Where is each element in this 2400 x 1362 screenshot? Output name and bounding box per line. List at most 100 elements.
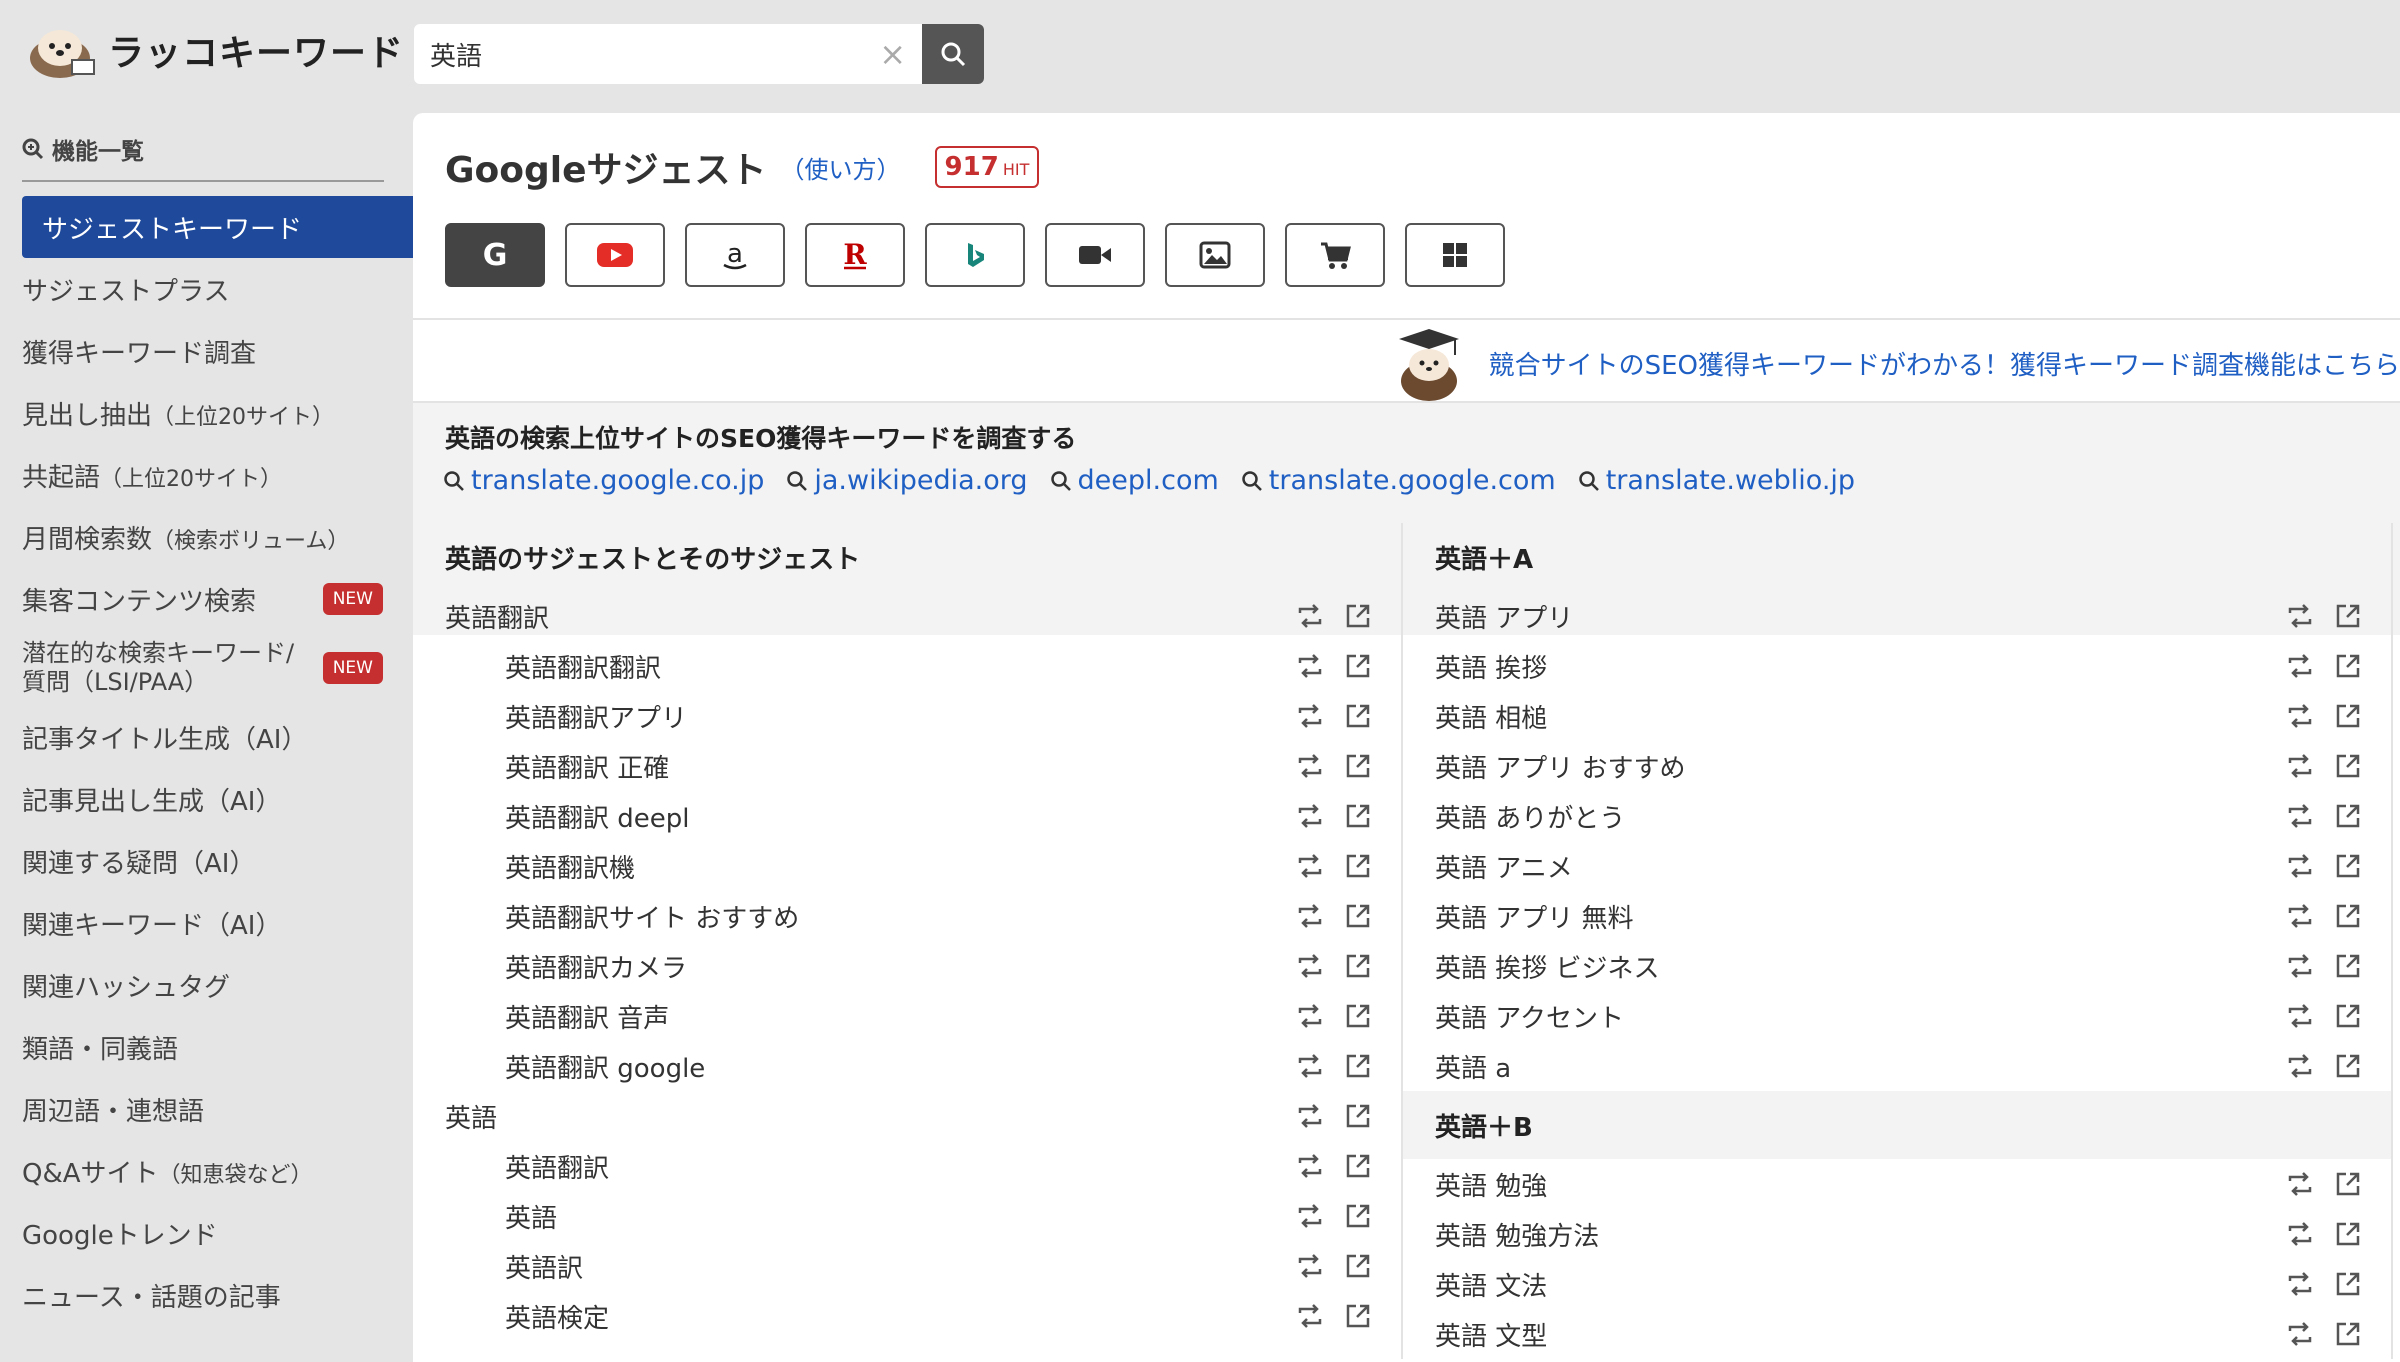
sidebar-item-associations[interactable]: 周辺語・連想語 <box>0 1078 413 1140</box>
resuggest-icon[interactable] <box>2285 751 2315 781</box>
resuggest-icon[interactable] <box>2285 601 2315 631</box>
keyword-row[interactable]: 英語 相槌 <box>1403 691 2391 741</box>
tab-youtube[interactable] <box>565 223 665 287</box>
resuggest-icon[interactable] <box>2285 901 2315 931</box>
keyword-text[interactable]: 英語翻訳 <box>445 598 549 635</box>
keyword-row[interactable]: 英語 アクセント <box>1403 991 2391 1041</box>
keyword-row[interactable]: 英語 アプリ <box>1403 591 2391 641</box>
external-link-icon[interactable] <box>1343 1201 1373 1231</box>
external-link-icon[interactable] <box>1343 1001 1373 1031</box>
resuggest-icon[interactable] <box>1295 1251 1325 1281</box>
keyword-row[interactable]: 英語翻訳 google <box>413 1041 1401 1091</box>
keyword-text[interactable]: 英語 相槌 <box>1435 698 1547 735</box>
seo-link[interactable]: translate.google.com <box>1241 465 1556 496</box>
keyword-row[interactable]: 英語翻訳 正確 <box>413 741 1401 791</box>
keyword-row[interactable]: 英語翻訳カメラ <box>413 941 1401 991</box>
keyword-text[interactable]: 英語 文型 <box>1435 1316 1547 1353</box>
keyword-text[interactable]: 英語 挨拶 <box>1435 648 1547 685</box>
keyword-text[interactable]: 英語訳 <box>505 1248 583 1285</box>
promo-banner[interactable]: 競合サイトのSEO獲得キーワードがわかる！獲得キーワード調査機能はこちら <box>1389 323 2400 403</box>
seo-link[interactable]: deepl.com <box>1050 465 1219 496</box>
keyword-text[interactable]: 英語翻訳 音声 <box>505 998 669 1035</box>
keyword-text[interactable]: 英語 <box>505 1198 557 1235</box>
external-link-icon[interactable] <box>2333 751 2363 781</box>
keyword-text[interactable]: 英語 アプリ <box>1435 598 1573 635</box>
resuggest-icon[interactable] <box>2285 801 2315 831</box>
external-link-icon[interactable] <box>2333 701 2363 731</box>
keyword-text[interactable]: 英語 勉強方法 <box>1435 1216 1599 1253</box>
external-link-icon[interactable] <box>2333 651 2363 681</box>
keyword-row[interactable]: 英語 アプリ 無料 <box>1403 891 2391 941</box>
keyword-row[interactable]: 英語翻訳 <box>413 591 1401 641</box>
keyword-row[interactable]: 英語 <box>413 1191 1401 1241</box>
external-link-icon[interactable] <box>1343 601 1373 631</box>
external-link-icon[interactable] <box>1343 1051 1373 1081</box>
resuggest-icon[interactable] <box>2285 1269 2315 1299</box>
resuggest-icon[interactable] <box>1295 601 1325 631</box>
keyword-row[interactable]: 英語 <box>413 1091 1401 1141</box>
keyword-text[interactable]: 英語翻訳 <box>505 1148 609 1185</box>
keyword-row[interactable]: 英語検定 <box>413 1291 1401 1341</box>
keyword-row[interactable]: 英語 アニメ <box>1403 841 2391 891</box>
keyword-row[interactable]: 英語翻訳機 <box>413 841 1401 891</box>
tab-google[interactable]: G <box>445 223 545 287</box>
keyword-text[interactable]: 英語翻訳 正確 <box>505 748 669 785</box>
external-link-icon[interactable] <box>2333 851 2363 881</box>
external-link-icon[interactable] <box>2333 1219 2363 1249</box>
resuggest-icon[interactable] <box>1295 701 1325 731</box>
keyword-text[interactable]: 英語翻訳翻訳 <box>505 648 661 685</box>
external-link-icon[interactable] <box>2333 1001 2363 1031</box>
external-link-icon[interactable] <box>1343 701 1373 731</box>
seo-link[interactable]: translate.weblio.jp <box>1578 465 1855 496</box>
resuggest-icon[interactable] <box>2285 851 2315 881</box>
keyword-text[interactable]: 英語 勉強 <box>1435 1166 1547 1203</box>
sidebar-item-qa-sites[interactable]: Q&Aサイト（知恵袋など） <box>0 1140 413 1202</box>
keyword-text[interactable]: 英語 文法 <box>1435 1266 1547 1303</box>
keyword-row[interactable]: 英語 勉強方法 <box>1403 1209 2391 1259</box>
resuggest-icon[interactable] <box>1295 851 1325 881</box>
sidebar-item-title-ai[interactable]: 記事タイトル生成（AI） <box>0 706 413 768</box>
keyword-row[interactable]: 英語 挨拶 ビジネス <box>1403 941 2391 991</box>
usage-link[interactable]: （使い方） <box>781 150 901 185</box>
keyword-row[interactable]: 英語 文法 <box>1403 1259 2391 1309</box>
sidebar-item-related-ai[interactable]: 関連キーワード（AI） <box>0 892 413 954</box>
external-link-icon[interactable] <box>2333 1269 2363 1299</box>
keyword-text[interactable]: 英語 a <box>1435 1048 1511 1085</box>
resuggest-icon[interactable] <box>1295 751 1325 781</box>
resuggest-icon[interactable] <box>2285 951 2315 981</box>
external-link-icon[interactable] <box>1343 951 1373 981</box>
resuggest-icon[interactable] <box>2285 1169 2315 1199</box>
promo-link[interactable]: 競合サイトのSEO獲得キーワードがわかる！獲得キーワード調査機能はこちら <box>1489 345 2400 382</box>
sidebar-item-heading-ai[interactable]: 記事見出し生成（AI） <box>0 768 413 830</box>
sidebar-item-questions-ai[interactable]: 関連する疑問（AI） <box>0 830 413 892</box>
external-link-icon[interactable] <box>1343 1301 1373 1331</box>
external-link-icon[interactable] <box>2333 601 2363 631</box>
tab-video[interactable] <box>1045 223 1145 287</box>
external-link-icon[interactable] <box>1343 801 1373 831</box>
resuggest-icon[interactable] <box>1295 1001 1325 1031</box>
keyword-text[interactable]: 英語 ありがとう <box>1435 798 1625 835</box>
external-link-icon[interactable] <box>1343 901 1373 931</box>
keyword-text[interactable]: 英語 アプリ おすすめ <box>1435 748 1686 785</box>
keyword-text[interactable]: 英語翻訳 google <box>505 1048 705 1085</box>
resuggest-icon[interactable] <box>1295 951 1325 981</box>
resuggest-icon[interactable] <box>1295 901 1325 931</box>
resuggest-icon[interactable] <box>1295 1301 1325 1331</box>
keyword-row[interactable]: 英語翻訳 <box>413 1141 1401 1191</box>
sidebar-item-acquired-keywords[interactable]: 獲得キーワード調査 <box>0 320 413 382</box>
tab-shopping[interactable] <box>1285 223 1385 287</box>
keyword-text[interactable]: 英語 アプリ 無料 <box>1435 898 1634 935</box>
clear-icon[interactable]: × <box>879 35 906 73</box>
resuggest-icon[interactable] <box>2285 651 2315 681</box>
keyword-row[interactable]: 英語訳 <box>413 1241 1401 1291</box>
external-link-icon[interactable] <box>2333 1169 2363 1199</box>
resuggest-icon[interactable] <box>2285 1001 2315 1031</box>
sidebar-item-news[interactable]: ニュース・話題の記事 <box>0 1264 413 1326</box>
sidebar-item-content-search[interactable]: 集客コンテンツ検索 NEW <box>0 568 413 630</box>
resuggest-icon[interactable] <box>2285 1319 2315 1349</box>
keyword-text[interactable]: 英語翻訳機 <box>505 848 635 885</box>
keyword-text[interactable]: 英語 挨拶 ビジネス <box>1435 948 1660 985</box>
keyword-row[interactable]: 英語翻訳 deepl <box>413 791 1401 841</box>
keyword-row[interactable]: 英語 文型 <box>1403 1309 2391 1359</box>
sidebar-item-hashtags[interactable]: 関連ハッシュタグ <box>0 954 413 1016</box>
